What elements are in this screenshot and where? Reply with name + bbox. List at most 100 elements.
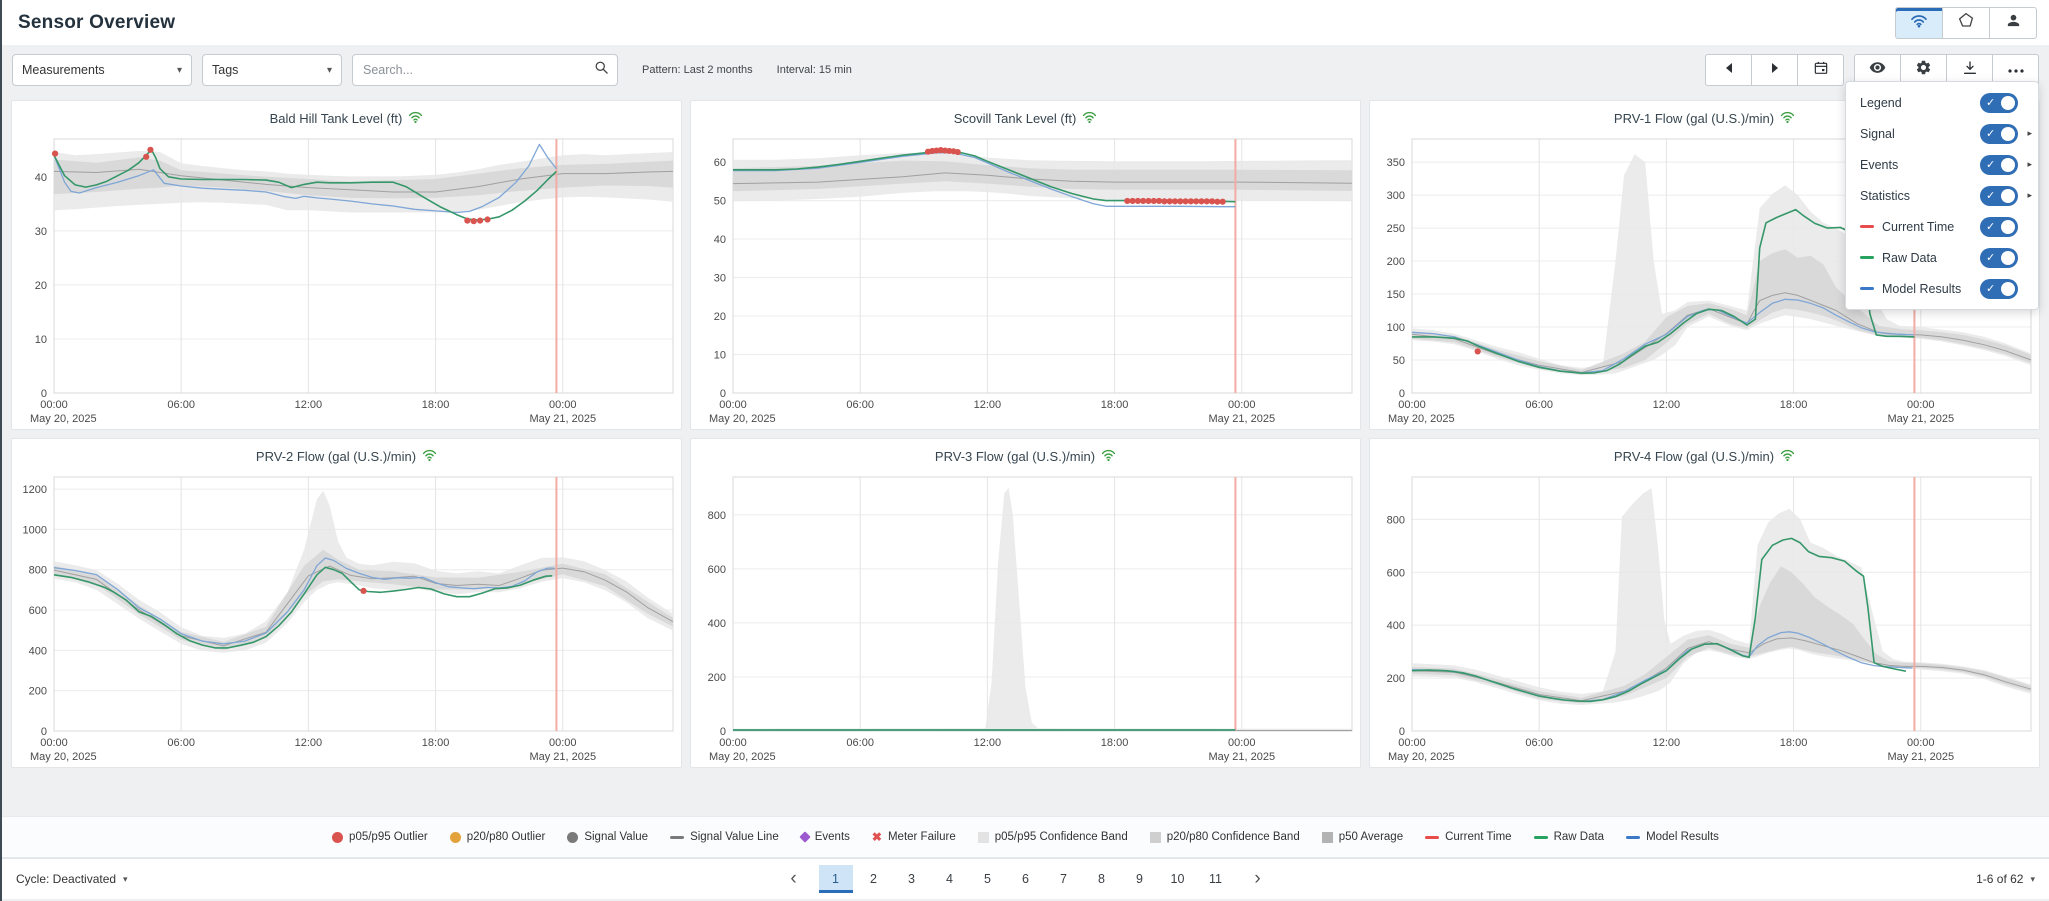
square-marker-icon xyxy=(1149,831,1161,843)
svg-text:600: 600 xyxy=(708,564,726,576)
legend-item-label: Signal Value xyxy=(584,831,649,843)
raw-data-toggle[interactable]: ✓ xyxy=(1980,247,2018,268)
svg-text:00:00: 00:00 xyxy=(40,737,68,749)
dash-marker-icon xyxy=(1533,835,1548,839)
step-forward-button[interactable] xyxy=(1751,54,1798,86)
settings-popover: Legend ✓ Signal ✓ ▸ Events ✓ ▸ Statistics ✓ ▸ Curre… xyxy=(1845,81,2039,310)
svg-text:00:00: 00:00 xyxy=(719,399,747,411)
legend-toggle[interactable]: ✓ xyxy=(1980,92,2018,113)
settings-item-events[interactable]: Events ✓ ▸ xyxy=(1846,149,2038,180)
pagination-page-3[interactable]: 3 xyxy=(895,865,929,893)
polygon-icon xyxy=(1957,11,1975,34)
svg-text:00:00: 00:00 xyxy=(1907,399,1935,411)
legend-item-label: Signal Value Line xyxy=(690,831,779,843)
chart-plot[interactable]: 020040060080000:00May 20, 202506:00 12:00… xyxy=(691,469,1360,765)
svg-text:600: 600 xyxy=(1387,567,1405,579)
svg-text:10: 10 xyxy=(35,334,47,346)
settings-item-raw-data[interactable]: Raw Data ✓ xyxy=(1846,242,2038,273)
signal-status-icon xyxy=(408,110,423,127)
statistics-toggle[interactable]: ✓ xyxy=(1980,185,2018,206)
settings-item-legend[interactable]: Legend ✓ xyxy=(1846,87,2038,118)
chart-plot[interactable]: 020040060080000:00May 20, 202506:00 12:00… xyxy=(1370,469,2039,765)
signal-toggle[interactable]: ✓ xyxy=(1980,123,2018,144)
search-input[interactable] xyxy=(361,62,594,78)
svg-text:200: 200 xyxy=(1387,256,1405,268)
page-range-dropdown[interactable]: 1-6 of 62 ▾ xyxy=(1976,872,2035,886)
chart-legend-bar: p05/p95 Outlier p20/p80 Outlier Signal Val… xyxy=(2,816,2049,858)
svg-text:00:00: 00:00 xyxy=(1228,737,1256,749)
pagination-page-5[interactable]: 5 xyxy=(971,865,1005,893)
chart-title: Bald Hill Tank Level (ft) xyxy=(269,110,403,126)
svg-text:20: 20 xyxy=(35,280,47,292)
pagination-page-10[interactable]: 10 xyxy=(1161,865,1195,893)
legend-item-p20-p80-confidence-band: p20/p80 Confidence Band xyxy=(1149,831,1300,843)
svg-text:50: 50 xyxy=(1393,355,1405,367)
legend-item-label: Model Results xyxy=(1646,831,1719,843)
legend-item-current-time: Current Time xyxy=(1425,831,1512,843)
gear-icon xyxy=(1915,59,1932,81)
pagination-page-8[interactable]: 8 xyxy=(1085,865,1119,893)
date-picker-button[interactable] xyxy=(1797,54,1844,86)
signal-view-button[interactable] xyxy=(1895,6,1943,39)
model-results-toggle[interactable]: ✓ xyxy=(1980,278,2018,299)
settings-item-model-results[interactable]: Model Results ✓ xyxy=(1846,273,2038,304)
legend-item-label: p20/p80 Confidence Band xyxy=(1166,831,1300,843)
legend-item-model-results: Model Results xyxy=(1626,831,1719,843)
chart-plot[interactable]: 02004006008001000120000:00May 20, 202506… xyxy=(12,469,681,765)
chart-title-row: Bald Hill Tank Level (ft) xyxy=(12,101,681,131)
chart-title: PRV-3 Flow (gal (U.S.)/min) xyxy=(934,448,1096,464)
pagination-prev-button[interactable]: ‹ xyxy=(773,865,815,893)
pagination-page-2[interactable]: 2 xyxy=(857,865,891,893)
pagination-next-button[interactable]: › xyxy=(1237,865,1279,893)
chart-plot[interactable]: 010203040506000:00May 20, 202506:00 12:00… xyxy=(691,131,1360,427)
search-icon[interactable] xyxy=(594,60,609,80)
submenu-chevron-icon[interactable]: ▸ xyxy=(2020,190,2032,201)
circle-marker-icon xyxy=(449,831,461,843)
cycle-dropdown[interactable]: Cycle: Deactivated ▾ xyxy=(16,872,128,886)
signal-status-icon xyxy=(1101,448,1116,465)
current-time-toggle[interactable]: ✓ xyxy=(1980,216,2018,237)
chart-card-prv-3-flow-gal-u-s-min: PRV-3 Flow (gal (U.S.)/min) 0 200 400 600 800… xyxy=(690,438,1361,768)
svg-text:10: 10 xyxy=(714,350,726,362)
legend-item-label: p05/p95 Outlier xyxy=(349,831,428,843)
submenu-chevron-icon[interactable]: ▸ xyxy=(2020,128,2032,139)
square-marker-icon xyxy=(1321,831,1333,843)
current-time-swatch-icon xyxy=(1860,225,1874,228)
svg-text:12:00: 12:00 xyxy=(295,399,323,411)
svg-text:06:00: 06:00 xyxy=(1525,737,1553,749)
legend-item-label: Current Time xyxy=(1445,831,1512,843)
settings-item-signal[interactable]: Signal ✓ ▸ xyxy=(1846,118,2038,149)
settings-item-current-time[interactable]: Current Time ✓ xyxy=(1846,211,2038,242)
submenu-chevron-icon[interactable]: ▸ xyxy=(2020,159,2032,170)
chart-plot[interactable]: 01020304000:00May 20, 202506:00 12:00 18:0… xyxy=(12,131,681,427)
svg-text:May 21, 2025: May 21, 2025 xyxy=(1887,413,1954,425)
pagination-page-9[interactable]: 9 xyxy=(1123,865,1157,893)
legend-item-signal-value-line: Signal Value Line xyxy=(670,831,779,843)
pagination-page-6[interactable]: 6 xyxy=(1009,865,1043,893)
tags-dropdown[interactable]: Tags ▾ xyxy=(202,54,342,86)
user-button[interactable] xyxy=(1989,6,2037,39)
legend-item-p05-p95-outlier: p05/p95 Outlier xyxy=(332,831,428,843)
page-title: Sensor Overview xyxy=(18,11,176,33)
legend-item-p05-p95-confidence-band: p05/p95 Confidence Band xyxy=(977,831,1128,843)
chart-title: Scovill Tank Level (ft) xyxy=(953,110,1077,126)
polygon-view-button[interactable] xyxy=(1942,6,1990,39)
measurements-dropdown[interactable]: Measurements ▾ xyxy=(12,54,192,86)
pagination-page-11[interactable]: 11 xyxy=(1199,865,1233,893)
square-marker-icon xyxy=(977,831,989,843)
pagination-page-4[interactable]: 4 xyxy=(933,865,967,893)
pagination-page-1[interactable]: 1 xyxy=(818,865,853,893)
svg-text:06:00: 06:00 xyxy=(167,737,195,749)
settings-item-statistics[interactable]: Statistics ✓ ▸ xyxy=(1846,180,2038,211)
pagination-page-7[interactable]: 7 xyxy=(1047,865,1081,893)
settings-item-label: Raw Data xyxy=(1882,250,1937,265)
svg-text:May 20, 2025: May 20, 2025 xyxy=(1388,751,1455,763)
signal-status-icon xyxy=(1082,110,1097,127)
chart-title-row: PRV-2 Flow (gal (U.S.)/min) xyxy=(12,439,681,469)
step-back-button[interactable] xyxy=(1705,54,1752,86)
dash-marker-icon xyxy=(1425,835,1440,839)
events-toggle[interactable]: ✓ xyxy=(1980,154,2018,175)
cycle-dropdown-label: Cycle: Deactivated xyxy=(16,872,117,886)
chart-title: PRV-1 Flow (gal (U.S.)/min) xyxy=(1613,110,1775,126)
svg-text:200: 200 xyxy=(29,686,47,698)
